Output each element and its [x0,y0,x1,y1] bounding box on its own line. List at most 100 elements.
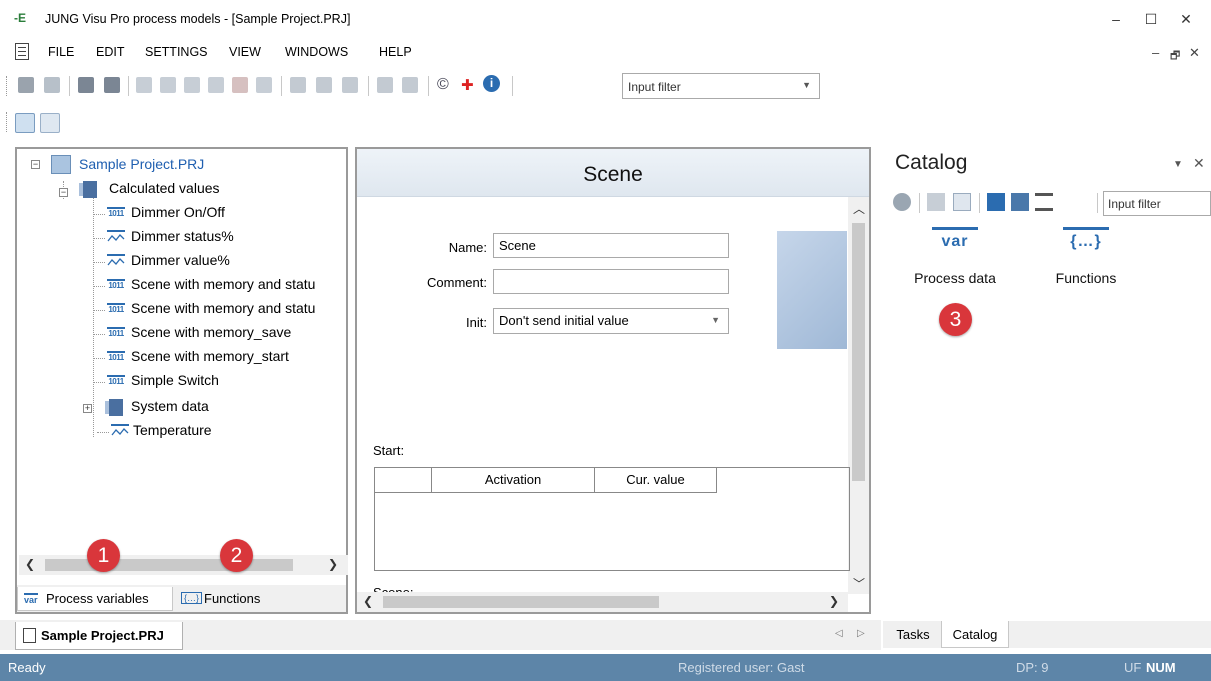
add-mail-icon[interactable] [290,77,306,93]
scene-header: Scene [357,149,869,197]
chevron-down-icon[interactable]: ▼ [802,80,811,90]
expand-icon[interactable] [377,77,393,93]
scroll-right-icon[interactable]: ❯ [328,557,338,571]
open-icon[interactable] [44,77,60,93]
pane-close-icon[interactable]: ✕ [1193,155,1205,172]
minimize-button[interactable]: – [1102,6,1130,32]
tab-catalog[interactable]: Catalog [941,621,1009,648]
variable-1011-icon: 1011 [107,327,125,338]
edit-mail-icon[interactable] [316,77,332,93]
tree-item-label: Dimmer value% [131,252,230,268]
small-icons-icon[interactable] [1011,193,1029,211]
menu-help[interactable]: HELP [379,45,412,59]
variable-1011-icon: 1011 [107,303,125,314]
up-arrow-icon[interactable] [893,193,911,211]
input-filter-placeholder: Input filter [628,80,681,94]
catalog-title: Catalog [895,151,968,174]
tree-folder[interactable]: − Calculated values [57,178,337,200]
vertical-scrollbar[interactable]: ︿ ﹀ [848,197,869,594]
delete-var-icon[interactable] [136,77,152,93]
menu-edit[interactable]: EDIT [96,45,124,59]
menu-bar: FILE EDIT SETTINGS VIEW WINDOWS HELP – 🗗… [0,38,1211,66]
maximize-button[interactable]: ☐ [1137,6,1165,32]
chevron-down-icon[interactable]: ▼ [711,315,720,325]
remove-icon[interactable] [232,77,248,93]
scene-preview-panel [777,231,847,349]
tree-item-label: Scene with memory_save [131,324,292,340]
init-label: Init: [466,315,487,330]
tree-view-icon[interactable] [953,193,971,211]
add-var-icon[interactable] [160,77,176,93]
info-icon[interactable]: i [483,75,500,92]
new-icon[interactable] [18,77,34,93]
folder-icon [79,181,97,198]
scroll-left-icon[interactable]: ❮ [363,594,373,608]
close-button[interactable]: ✕ [1172,6,1200,32]
view-icon-2[interactable] [40,113,60,133]
toolbar-grip[interactable] [6,76,9,96]
init-select[interactable]: Don't send initial value ▼ [493,308,729,334]
edit-var-icon[interactable] [208,77,224,93]
menu-settings[interactable]: SETTINGS [145,45,208,59]
scene-editor-pane: Scene Name: Scene Comment: Init: Don't s… [355,147,871,614]
list-view-icon[interactable] [1035,193,1053,211]
grid-header-activation[interactable]: Activation [432,468,595,493]
scroll-thumb[interactable] [45,559,293,571]
copyright-icon[interactable]: © [437,76,449,94]
functions-icon: {…} [1063,227,1109,255]
mdi-restore-button[interactable]: 🗗 [1170,47,1180,66]
tab-functions[interactable]: {…} Functions [177,587,287,611]
scene-label: Scene: [373,585,413,592]
status-text: Ready [8,660,46,675]
tab-scroll-right-icon[interactable]: ▷ [857,628,865,639]
menu-file[interactable]: FILE [48,45,74,59]
large-icons-icon[interactable] [987,193,1005,211]
import-icon[interactable] [78,77,94,93]
tab-process-variables[interactable]: var Process variables [17,587,173,611]
expand-toggle-icon[interactable]: + [83,404,92,413]
collapse-toggle-icon[interactable]: − [59,188,68,197]
add-var2-icon[interactable] [184,77,200,93]
tab-sample-project[interactable]: Sample Project.PRJ [15,622,183,650]
plus-icon[interactable]: ✚ [461,76,474,94]
scroll-up-icon[interactable]: ︿ [853,200,865,217]
scroll-left-icon[interactable]: ❮ [25,557,35,571]
catalog-filter-input[interactable]: Input filter [1103,191,1211,216]
catalog-item-process-data[interactable]: var Process data [895,227,1015,286]
tree-item-label: System data [131,398,209,414]
scroll-thumb[interactable] [852,223,865,481]
comment-field[interactable] [493,269,729,294]
start-grid[interactable]: Activation Cur. value [374,467,850,571]
tree-root[interactable]: − Sample Project.PRJ [31,154,341,176]
uf-indicator: UF [1124,660,1142,675]
input-filter-combo[interactable]: Input filter ▼ [622,73,820,99]
export-icon[interactable] [104,77,120,93]
project-icon [51,155,71,174]
pane-menu-icon[interactable]: ▼ [1173,159,1183,170]
scroll-down-icon[interactable]: ﹀ [853,575,865,592]
menu-view[interactable]: VIEW [229,45,261,59]
mdi-minimize-button[interactable]: – [1152,45,1159,60]
mdi-close-button[interactable]: ✕ [1189,45,1200,61]
scroll-thumb[interactable] [383,596,659,608]
document-icon[interactable] [15,43,29,60]
horizontal-scrollbar[interactable]: ❮ ❯ [19,555,348,575]
toolbar-grip[interactable] [6,112,9,132]
home-icon[interactable] [927,193,945,211]
scroll-right-icon[interactable]: ❯ [829,594,839,608]
menu-windows[interactable]: WINDOWS [285,45,348,59]
callout-badge-1: 1 [87,539,120,572]
collapse-icon[interactable] [402,77,418,93]
move-icon[interactable] [256,77,272,93]
variable-1011-icon: 1011 [107,207,125,218]
horizontal-scrollbar[interactable]: ❮ ❯ [357,592,848,612]
catalog-item-functions[interactable]: {…} Functions [1026,227,1146,286]
tab-scroll-left-icon[interactable]: ◁ [835,628,843,639]
delete-mail-icon[interactable] [342,77,358,93]
view-icon-1[interactable] [15,113,35,133]
title-bar: -E JUNG Visu Pro process models - [Sampl… [0,0,1211,38]
grid-header-cur-value[interactable]: Cur. value [595,468,717,493]
name-field[interactable]: Scene [493,233,729,258]
tab-tasks[interactable]: Tasks [887,621,939,648]
collapse-toggle-icon[interactable]: − [31,160,40,169]
